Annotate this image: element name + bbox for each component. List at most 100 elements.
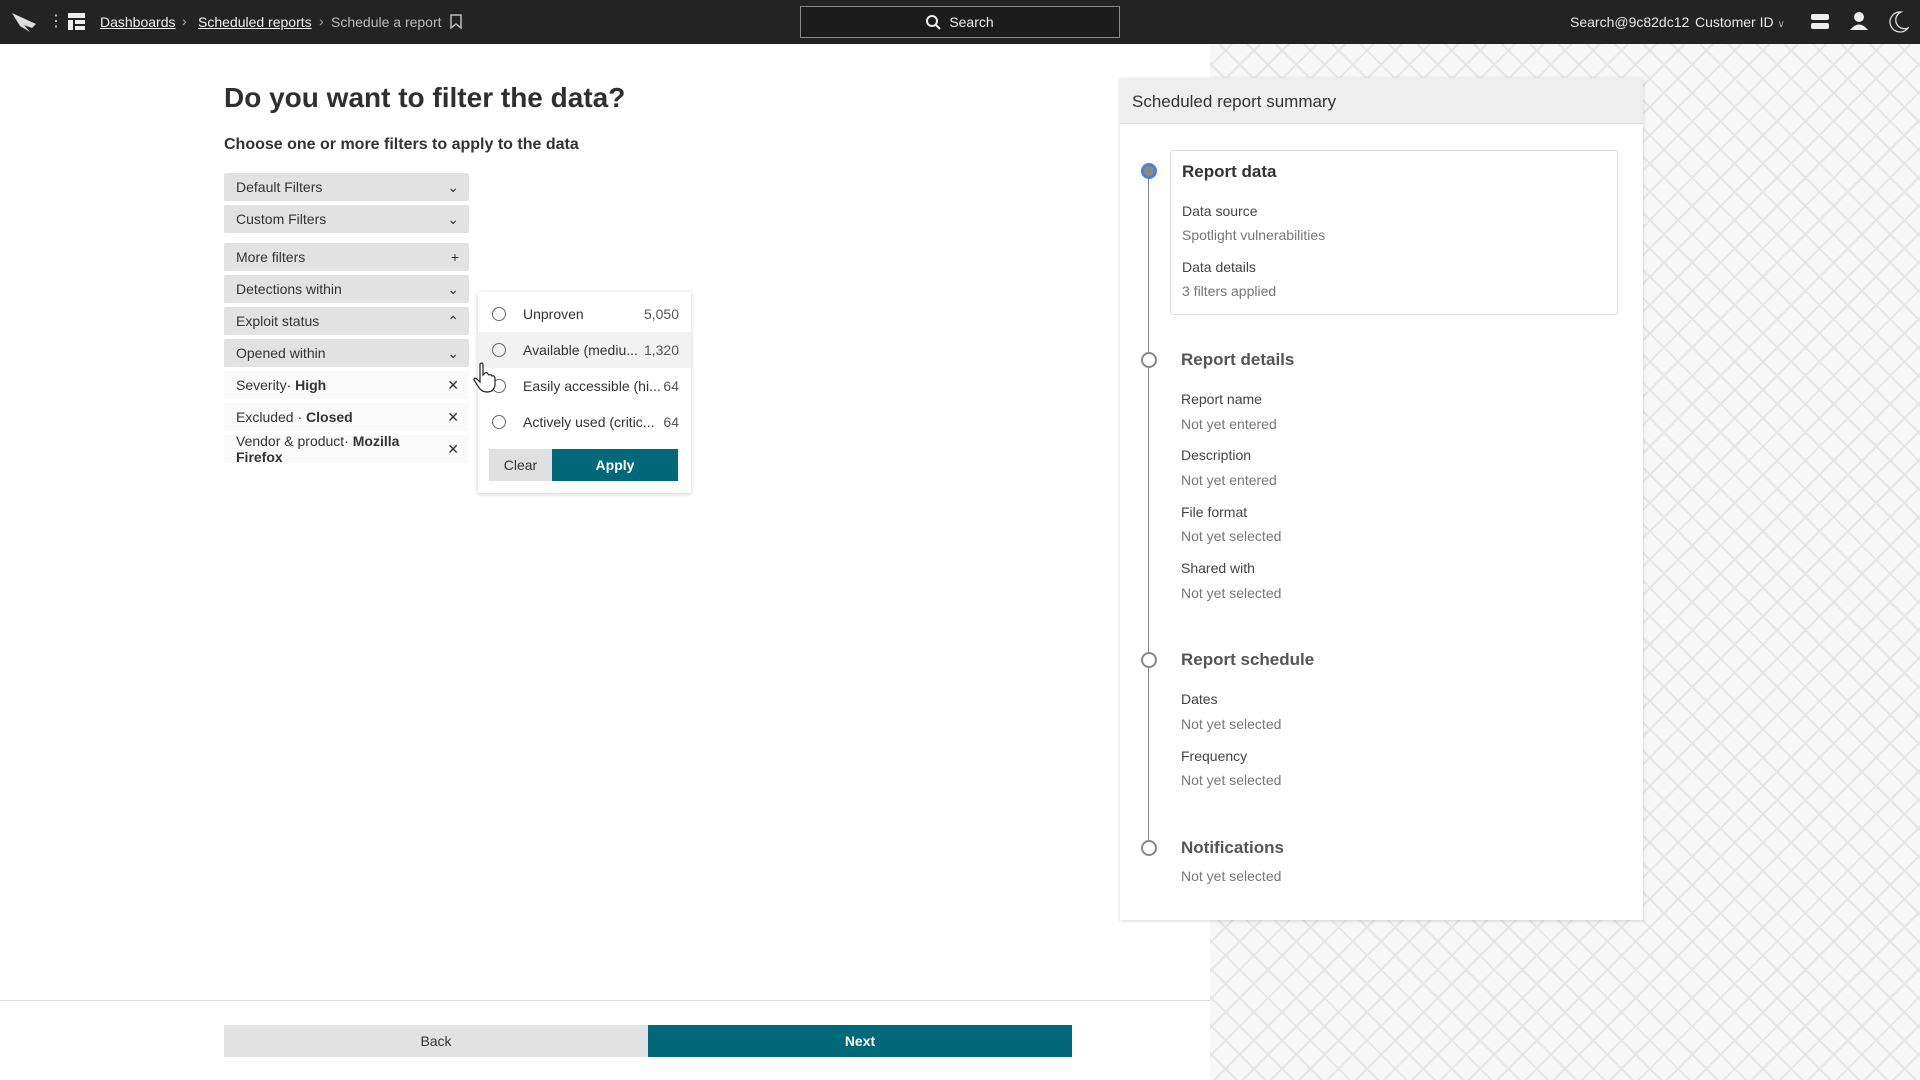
remove-filter-icon[interactable]: ✕ bbox=[447, 377, 459, 394]
filter-custom-filters[interactable]: Custom Filters ⌄ bbox=[224, 205, 469, 233]
field-label: Data source bbox=[1182, 203, 1258, 219]
hand-cursor-icon bbox=[473, 362, 496, 393]
option-actively-used[interactable]: Actively used (critic... 64 bbox=[478, 404, 691, 440]
filter-label: Exploit status bbox=[236, 313, 320, 329]
breadcrumb-separator: › bbox=[182, 13, 187, 29]
field-value: Not yet selected bbox=[1181, 868, 1282, 884]
field-value: Not yet entered bbox=[1181, 416, 1277, 432]
option-count: 64 bbox=[663, 414, 679, 430]
messages-icon[interactable] bbox=[1810, 12, 1830, 32]
field-label: Data details bbox=[1182, 259, 1256, 275]
field-label: Shared with bbox=[1181, 560, 1255, 576]
menu-dots-icon[interactable]: ⋮ bbox=[48, 11, 64, 31]
apply-button[interactable]: Apply bbox=[552, 449, 678, 481]
breadcrumb-separator: › bbox=[319, 13, 324, 29]
top-bar: ⋮ Dashboards › Scheduled reports › Sched… bbox=[0, 0, 1920, 44]
remove-filter-icon[interactable]: ✕ bbox=[447, 409, 459, 426]
filter-default-filters[interactable]: Default Filters ⌄ bbox=[224, 173, 469, 201]
remove-filter-icon[interactable]: ✕ bbox=[447, 441, 459, 458]
radio-icon[interactable] bbox=[492, 415, 506, 429]
plus-icon: + bbox=[450, 249, 459, 265]
field-label: Report name bbox=[1181, 391, 1262, 407]
search-icon bbox=[926, 14, 942, 30]
field-value: Not yet selected bbox=[1181, 772, 1282, 788]
chevron-down-icon: ⌄ bbox=[447, 178, 459, 195]
next-button[interactable]: Next bbox=[648, 1025, 1072, 1057]
field-label: Description bbox=[1181, 447, 1252, 463]
report-schedule-title: Report schedule bbox=[1181, 650, 1315, 669]
user-icon[interactable] bbox=[1849, 11, 1869, 31]
option-count: 1,320 bbox=[643, 342, 679, 358]
filter-opened-within[interactable]: Opened within ⌄ bbox=[224, 339, 469, 367]
exploit-status-popup: Unproven 5,050 Available (mediu... 1,320 E… bbox=[478, 292, 691, 493]
option-count: 64 bbox=[663, 378, 679, 394]
filter-label: Default Filters bbox=[236, 179, 323, 195]
user-search-id: Search@9c82dc12 bbox=[1570, 14, 1690, 30]
field-label: Dates bbox=[1181, 691, 1218, 707]
option-label: Easily accessible (hi... bbox=[523, 378, 661, 394]
option-easily-accessible[interactable]: Easily accessible (hi... 64 bbox=[478, 368, 691, 404]
search-button[interactable]: Search bbox=[800, 6, 1120, 38]
chevron-down-icon: ⌄ bbox=[447, 280, 459, 297]
footer-divider bbox=[0, 1000, 1210, 1001]
option-label: Unproven bbox=[523, 306, 584, 322]
filter-detections-within[interactable]: Detections within ⌄ bbox=[224, 275, 469, 303]
report-data-title: Report data bbox=[1182, 162, 1277, 181]
page-subtitle: Choose one or more filters to apply to t… bbox=[224, 136, 579, 153]
field-label: Frequency bbox=[1181, 748, 1248, 764]
field-value: Spotlight vulnerabilities bbox=[1182, 227, 1326, 243]
step-dot bbox=[1141, 652, 1157, 668]
customer-id-label: Customer ID bbox=[1695, 14, 1774, 30]
filter-label: More filters bbox=[236, 249, 306, 265]
radio-icon[interactable] bbox=[492, 307, 506, 321]
option-available[interactable]: Available (mediu... 1,320 bbox=[478, 332, 691, 368]
chevron-down-icon: ⌄ bbox=[447, 210, 459, 227]
field-label: File format bbox=[1181, 504, 1248, 520]
chevron-down-icon: ∨ bbox=[1777, 19, 1785, 30]
search-label: Search bbox=[949, 14, 994, 30]
filter-chip-severity: Severity· High ✕ bbox=[224, 371, 469, 399]
filter-label: Detections within bbox=[236, 281, 342, 297]
field-value: Not yet selected bbox=[1181, 528, 1282, 544]
falcon-logo-icon[interactable] bbox=[10, 10, 40, 34]
step-dot-active bbox=[1141, 163, 1157, 179]
chip-value: Closed bbox=[306, 409, 353, 425]
step-dot bbox=[1141, 352, 1157, 368]
filter-label: Custom Filters bbox=[236, 211, 327, 227]
bookmark-icon[interactable] bbox=[450, 14, 462, 29]
timeline-line bbox=[1148, 176, 1149, 850]
page-title: Do you want to filter the data? bbox=[224, 82, 626, 113]
breadcrumb-current: Schedule a report bbox=[331, 14, 442, 30]
clear-button[interactable]: Clear bbox=[489, 449, 552, 481]
dashboard-icon[interactable] bbox=[68, 13, 85, 30]
filter-chip-vendor-product: Vendor & product· Mozilla Firefox ✕ bbox=[224, 433, 469, 465]
option-label: Available (mediu... bbox=[523, 342, 638, 358]
chip-key: Severity· bbox=[236, 377, 292, 393]
back-button[interactable]: Back bbox=[224, 1025, 648, 1057]
dark-mode-moon-icon[interactable] bbox=[1889, 11, 1909, 33]
option-unproven[interactable]: Unproven 5,050 bbox=[478, 296, 691, 332]
notifications-title: Notifications bbox=[1181, 838, 1284, 857]
chevron-up-icon: ⌃ bbox=[447, 312, 459, 329]
option-label: Actively used (critic... bbox=[523, 414, 655, 430]
filter-label: Opened within bbox=[236, 345, 326, 361]
filter-chip-excluded: Excluded · Closed ✕ bbox=[224, 403, 469, 431]
breadcrumb-dashboards[interactable]: Dashboards bbox=[100, 14, 176, 30]
chevron-down-icon: ⌄ bbox=[447, 344, 459, 361]
chip-key: Vendor & product· bbox=[236, 433, 349, 449]
filter-exploit-status[interactable]: Exploit status ⌃ bbox=[224, 307, 469, 335]
step-dot bbox=[1141, 840, 1157, 856]
report-details-title: Report details bbox=[1181, 350, 1295, 369]
field-value: Not yet selected bbox=[1181, 585, 1282, 601]
customer-id-dropdown[interactable]: Customer ID ∨ bbox=[1695, 14, 1785, 30]
field-value: Not yet entered bbox=[1181, 472, 1277, 488]
field-value: Not yet selected bbox=[1181, 716, 1282, 732]
radio-icon[interactable] bbox=[492, 343, 506, 357]
filter-more-filters[interactable]: More filters + bbox=[224, 243, 469, 271]
chip-value: High bbox=[295, 377, 327, 393]
chip-key: Excluded · bbox=[236, 409, 303, 425]
summary-title: Scheduled report summary bbox=[1120, 78, 1643, 124]
field-value: 3 filters applied bbox=[1182, 283, 1277, 299]
breadcrumb-scheduled-reports[interactable]: Scheduled reports bbox=[198, 14, 312, 30]
option-count: 5,050 bbox=[643, 306, 679, 322]
